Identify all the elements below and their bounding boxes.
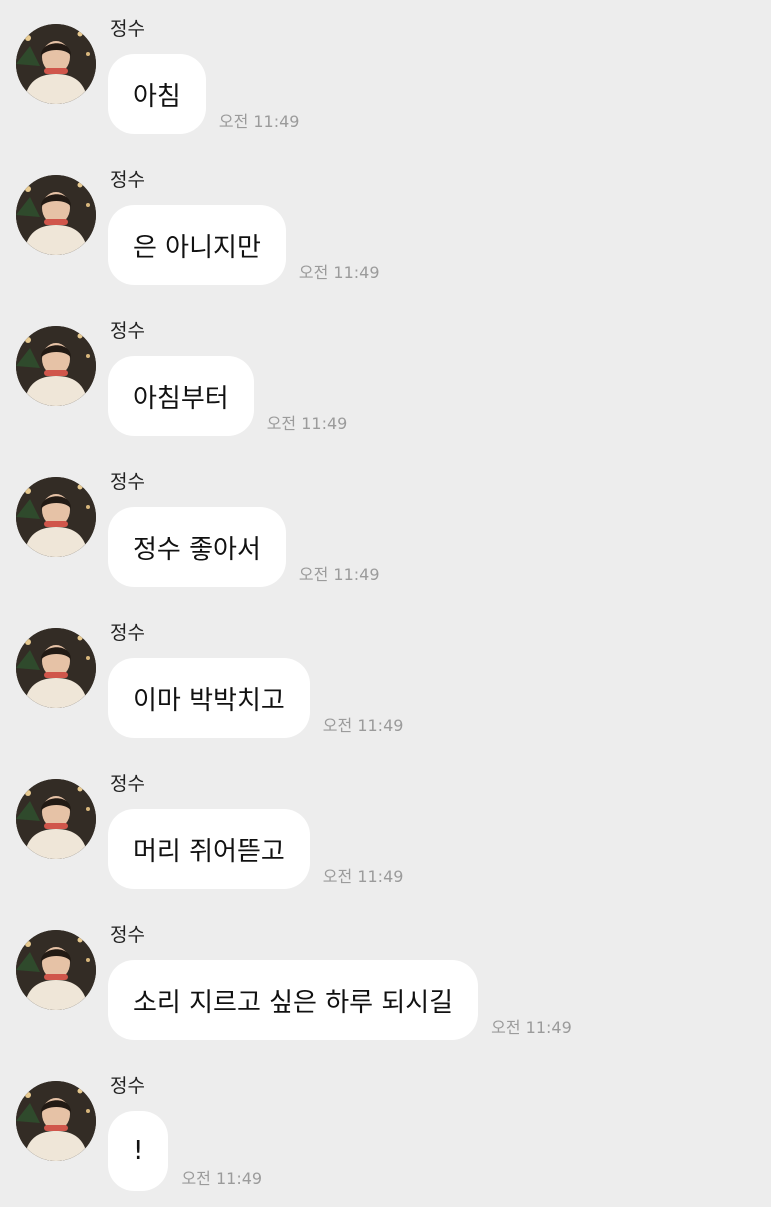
message-content: ! 오전 11:49 bbox=[108, 1111, 262, 1191]
message-row: 정수 은 아니지만 오전 11:49 bbox=[0, 151, 771, 301]
sender-avatar[interactable] bbox=[16, 477, 96, 557]
message-timestamp: 오전 11:49 bbox=[298, 263, 380, 282]
message-row: 정수 아침부터 오전 11:49 bbox=[0, 302, 771, 452]
message-bubble[interactable]: 정수 좋아서 bbox=[108, 507, 286, 587]
message-bubble[interactable]: ! bbox=[108, 1111, 169, 1191]
chat-messages[interactable]: 정수 아침 오전 11:49 정수 은 아니지만 오전 11:49 정수 아침부… bbox=[0, 0, 771, 1200]
message-timestamp: 오전 11:49 bbox=[266, 414, 348, 433]
message-bubble[interactable]: 은 아니지만 bbox=[108, 205, 286, 285]
message-timestamp: 오전 11:49 bbox=[322, 867, 404, 886]
message-row: 정수 ! 오전 11:49 bbox=[0, 1057, 771, 1207]
message-row: 정수 이마 박박치고 오전 11:49 bbox=[0, 604, 771, 754]
message-content: 은 아니지만 오전 11:49 bbox=[108, 205, 380, 285]
message-timestamp: 오전 11:49 bbox=[491, 1018, 572, 1037]
message-content: 아침 오전 11:49 bbox=[108, 54, 299, 134]
message-row: 정수 아침 오전 11:49 bbox=[0, 0, 771, 150]
message-content: 소리 지르고 싶은 하루 되시길 오전 11:49 bbox=[108, 960, 572, 1040]
message-content: 머리 쥐어뜯고 오전 11:49 bbox=[108, 809, 403, 889]
sender-name: 정수 bbox=[110, 1075, 145, 1097]
profile-photo-icon bbox=[16, 930, 96, 1010]
profile-photo-icon bbox=[16, 779, 96, 859]
sender-name: 정수 bbox=[110, 320, 145, 342]
sender-avatar[interactable] bbox=[16, 175, 96, 255]
sender-avatar[interactable] bbox=[16, 930, 96, 1010]
sender-name: 정수 bbox=[110, 471, 145, 493]
sender-name: 정수 bbox=[110, 169, 145, 191]
message-row: 정수 머리 쥐어뜯고 오전 11:49 bbox=[0, 755, 771, 905]
sender-name: 정수 bbox=[110, 18, 145, 40]
sender-name: 정수 bbox=[110, 622, 145, 644]
sender-name: 정수 bbox=[110, 924, 145, 946]
profile-photo-icon bbox=[16, 326, 96, 406]
sender-avatar[interactable] bbox=[16, 628, 96, 708]
profile-photo-icon bbox=[16, 628, 96, 708]
profile-photo-icon bbox=[16, 1081, 96, 1161]
message-content: 정수 좋아서 오전 11:49 bbox=[108, 507, 380, 587]
profile-photo-icon bbox=[16, 477, 96, 557]
sender-avatar[interactable] bbox=[16, 24, 96, 104]
message-bubble[interactable]: 머리 쥐어뜯고 bbox=[108, 809, 310, 889]
message-row: 정수 정수 좋아서 오전 11:49 bbox=[0, 453, 771, 603]
profile-photo-icon bbox=[16, 175, 96, 255]
sender-name: 정수 bbox=[110, 773, 145, 795]
profile-photo-icon bbox=[16, 24, 96, 104]
message-timestamp: 오전 11:49 bbox=[218, 112, 300, 131]
message-timestamp: 오전 11:49 bbox=[322, 716, 404, 735]
message-bubble[interactable]: 이마 박박치고 bbox=[108, 658, 310, 738]
message-timestamp: 오전 11:49 bbox=[181, 1169, 263, 1188]
sender-avatar[interactable] bbox=[16, 779, 96, 859]
message-timestamp: 오전 11:49 bbox=[298, 565, 380, 584]
message-bubble[interactable]: 아침 bbox=[108, 54, 206, 134]
message-row: 정수 소리 지르고 싶은 하루 되시길 오전 11:49 bbox=[0, 906, 771, 1056]
message-bubble[interactable]: 아침부터 bbox=[108, 356, 254, 436]
message-content: 이마 박박치고 오전 11:49 bbox=[108, 658, 403, 738]
sender-avatar[interactable] bbox=[16, 1081, 96, 1161]
message-content: 아침부터 오전 11:49 bbox=[108, 356, 347, 436]
message-bubble[interactable]: 소리 지르고 싶은 하루 되시길 bbox=[108, 960, 479, 1040]
sender-avatar[interactable] bbox=[16, 326, 96, 406]
